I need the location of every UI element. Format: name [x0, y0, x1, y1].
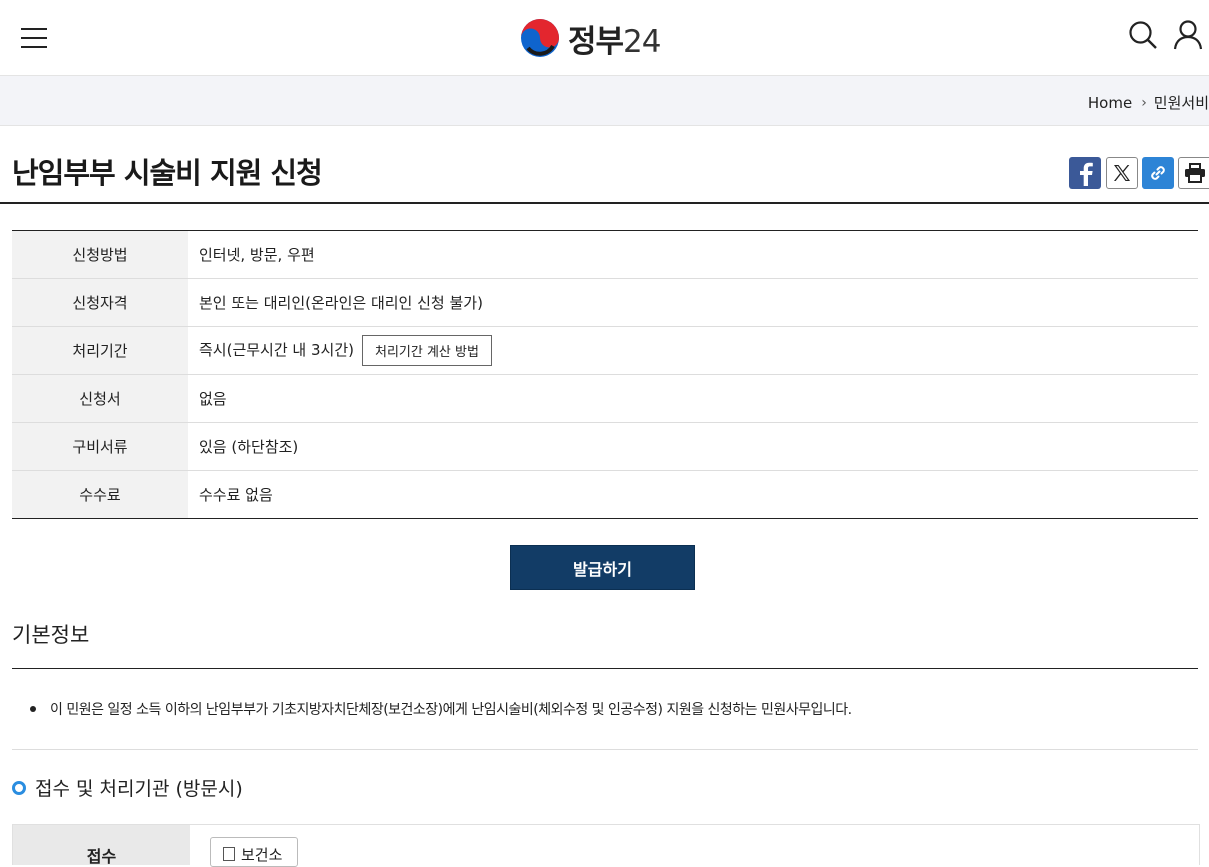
table-row: 처리기간 즉시(근무시간 내 3시간) 처리기간 계산 방법 [12, 326, 1198, 375]
table-row: 수수료 수수료 없음 [12, 470, 1198, 519]
row-value: 인터넷, 방문, 우편 [188, 230, 1198, 279]
facebook-icon [1080, 162, 1093, 186]
site-header: 정부24 [0, 0, 1209, 76]
table-row: 신청방법 인터넷, 방문, 우편 [12, 230, 1198, 279]
search-icon[interactable] [1127, 19, 1159, 51]
x-share-button[interactable] [1106, 157, 1138, 189]
service-summary-table: 신청방법 인터넷, 방문, 우편 신청자격 본인 또는 대리인(온라인은 대리인… [12, 230, 1198, 519]
x-twitter-icon [1114, 165, 1130, 181]
description-text: 이 민원은 일정 소득 이하의 난임부부가 기초지방자치단체장(보건소장)에게 … [50, 702, 852, 718]
health-center-button[interactable]: 보건소 [210, 837, 298, 867]
breadcrumb-home[interactable]: Home [1088, 94, 1132, 112]
print-icon [1185, 163, 1205, 183]
row-label: 신청방법 [12, 230, 188, 279]
row-value: 본인 또는 대리인(온라인은 대리인 신청 불가) [188, 278, 1198, 327]
circle-bullet-icon [12, 780, 26, 795]
processing-title-text: 접수 및 처리기관 (방문시) [35, 778, 243, 800]
building-icon [223, 847, 235, 861]
breadcrumb-current[interactable]: 민원서비 [1154, 92, 1209, 113]
logo-text: 정부24 [568, 23, 662, 60]
row-value: 즉시(근무시간 내 3시간) [199, 341, 354, 359]
table-row: 구비서류 있음 (하단참조) [12, 422, 1198, 471]
processing-agency-table: 접수 보건소 [12, 824, 1200, 867]
link-icon [1151, 166, 1165, 180]
copy-link-button[interactable] [1142, 157, 1174, 189]
hamburger-menu-icon[interactable] [21, 26, 47, 50]
reception-label: 접수 [13, 825, 190, 866]
user-icon[interactable] [1172, 19, 1204, 51]
processing-agency-title: 접수 및 처리기관 (방문시) [12, 774, 243, 801]
row-label: 신청서 [12, 374, 188, 423]
taegeuk-logo-icon [521, 19, 559, 57]
issue-button[interactable]: 발급하기 [510, 545, 695, 590]
print-button[interactable] [1178, 157, 1209, 189]
breadcrumb-separator-icon: › [1141, 94, 1147, 111]
processing-time-calc-button[interactable]: 처리기간 계산 방법 [362, 335, 492, 366]
basic-info-title: 기본정보 [12, 623, 90, 647]
row-label: 신청자격 [12, 278, 188, 327]
section-divider [12, 749, 1198, 750]
row-value: 없음 [188, 374, 1198, 423]
breadcrumb-bar: Home › 민원서비 [0, 76, 1209, 126]
table-row: 신청자격 본인 또는 대리인(온라인은 대리인 신청 불가) [12, 278, 1198, 327]
site-logo[interactable]: 정부24 [520, 18, 662, 60]
row-label: 수수료 [12, 470, 188, 519]
row-label: 처리기간 [12, 326, 188, 375]
facebook-share-button[interactable] [1069, 157, 1101, 189]
table-row: 신청서 없음 [12, 374, 1198, 423]
health-center-label: 보건소 [241, 846, 283, 864]
breadcrumb: Home › 민원서비 [1088, 92, 1209, 113]
row-label: 구비서류 [12, 422, 188, 471]
row-value: 있음 (하단참조) [188, 422, 1198, 471]
section-divider [12, 668, 1198, 669]
row-value: 수수료 없음 [199, 486, 273, 504]
title-divider [0, 202, 1209, 204]
row-value-cell: 즉시(근무시간 내 3시간) 처리기간 계산 방법 [188, 326, 1198, 375]
page-title: 난임부부 시술비 지원 신청 [12, 156, 323, 190]
basic-info-description: 이 민원은 일정 소득 이하의 난임부부가 기초지방자치단체장(보건소장)에게 … [30, 699, 852, 719]
bullet-icon [30, 706, 36, 712]
